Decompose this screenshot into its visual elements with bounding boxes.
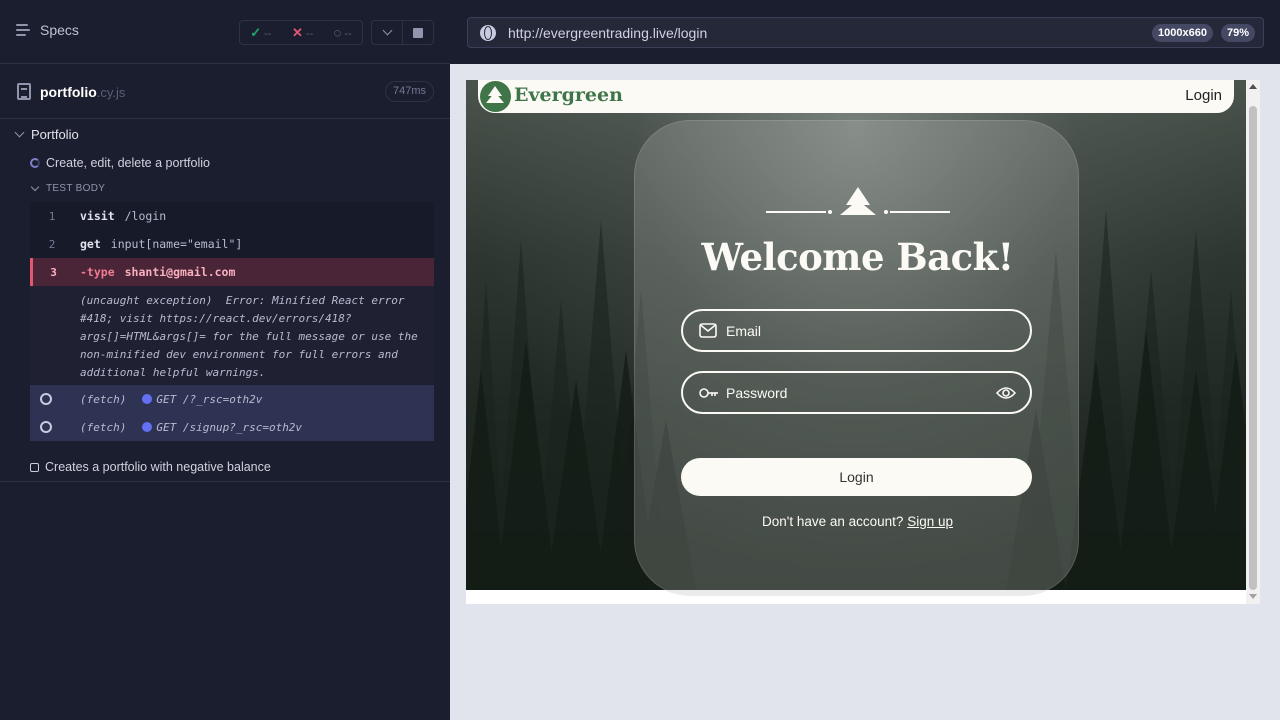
command-row[interactable]: 2 get input[name="email"] <box>30 230 434 258</box>
url-text: http://evergreentrading.live/login <box>508 25 708 41</box>
scrollbar-thumb[interactable] <box>1249 106 1257 590</box>
password-placeholder: Password <box>726 385 788 401</box>
test-body-toggle[interactable]: TEST BODY <box>30 182 105 194</box>
test-title-running[interactable]: Create, edit, delete a portfolio <box>30 156 210 170</box>
email-placeholder: Email <box>726 323 762 339</box>
password-field[interactable]: Password <box>681 371 1032 414</box>
zoom-badge[interactable]: 79% <box>1221 24 1256 42</box>
failed-stat: ✕ -- <box>291 24 314 40</box>
login-button[interactable]: Login <box>681 458 1032 496</box>
brand-name[interactable]: Evergreen <box>514 84 623 106</box>
signup-prompt: Don't have an account? Sign up <box>762 514 953 529</box>
queued-square-icon <box>30 462 39 472</box>
uncaught-exception-message[interactable]: (uncaught exception) Error: Minified Rea… <box>30 286 434 384</box>
runner-topbar: Specs ✓ -- ✕ -- ◌ -- <box>0 0 450 64</box>
chevron-down-icon <box>382 25 392 36</box>
file-icon <box>17 83 31 100</box>
pending-icon: ◌ <box>333 25 342 40</box>
app-under-test-frame: Evergreen Login Welcome Back! Email Pass… <box>466 80 1260 604</box>
x-icon: ✕ <box>291 24 303 40</box>
site-navbar: Evergreen Login <box>478 80 1234 113</box>
spec-header: portfolio.cy.js <box>0 64 450 119</box>
welcome-heading: Welcome Back! <box>701 235 1014 279</box>
email-field[interactable]: Email <box>681 309 1032 352</box>
pending-ring-icon <box>40 393 52 405</box>
check-icon: ✓ <box>250 24 262 40</box>
signup-link[interactable]: Sign up <box>907 514 953 529</box>
stop-button[interactable] <box>402 20 434 45</box>
fetch-log-row[interactable]: (fetch) GET /signup?_rsc=oth2v <box>30 413 434 441</box>
suite-title[interactable]: Portfolio <box>14 127 79 142</box>
cypress-runner-panel: Specs ✓ -- ✕ -- ◌ -- portfolio.cy.js 747ms … <box>0 0 450 720</box>
key-icon <box>699 388 718 398</box>
evergreen-tree-logo-icon[interactable] <box>480 81 511 112</box>
request-dot-icon <box>142 394 153 404</box>
running-spinner-icon <box>30 158 40 168</box>
expand-collapse-button[interactable] <box>371 20 403 45</box>
passed-stat: ✓ -- <box>250 24 272 40</box>
chevron-down-icon <box>14 127 25 138</box>
pending-stat: ◌ -- <box>333 25 352 40</box>
viewport-size-badge[interactable]: 1000x660 <box>1152 24 1213 42</box>
login-page: Evergreen Login Welcome Back! Email Pass… <box>466 80 1246 596</box>
tree-ornament-icon <box>766 187 950 215</box>
divider <box>0 481 450 482</box>
aut-header: http://evergreentrading.live/login 1000x… <box>450 0 1280 64</box>
test-stats: ✓ -- ✕ -- ◌ -- <box>239 20 363 45</box>
stop-icon <box>413 27 423 38</box>
command-row[interactable]: 1 visit /login <box>30 202 434 230</box>
scroll-up-arrow-icon[interactable] <box>1249 84 1257 89</box>
globe-icon <box>480 25 496 41</box>
login-card: Welcome Back! Email Password Login Don't… <box>634 120 1079 596</box>
mail-icon <box>699 323 717 338</box>
test-title-queued[interactable]: Creates a portfolio with negative balanc… <box>30 460 271 474</box>
command-row-failed[interactable]: 3 -type shanti@gmail.com <box>30 258 434 286</box>
chevron-down-icon <box>30 182 40 191</box>
request-dot-icon <box>142 422 153 432</box>
scroll-down-arrow-icon[interactable] <box>1249 594 1257 599</box>
pending-ring-icon <box>40 421 52 433</box>
fetch-log-row[interactable]: (fetch) GET /?_rsc=oth2v <box>30 385 434 413</box>
menu-icon <box>16 24 32 36</box>
duration-badge: 747ms <box>385 81 435 102</box>
nav-login-link[interactable]: Login <box>1185 87 1222 104</box>
specs-button[interactable]: Specs <box>16 22 79 38</box>
specs-label: Specs <box>40 22 79 38</box>
eye-icon[interactable] <box>996 386 1016 400</box>
url-bar[interactable]: http://evergreentrading.live/login 1000x… <box>467 17 1264 48</box>
spec-file-name: portfolio.cy.js <box>40 84 126 100</box>
vertical-scrollbar[interactable] <box>1246 80 1260 604</box>
